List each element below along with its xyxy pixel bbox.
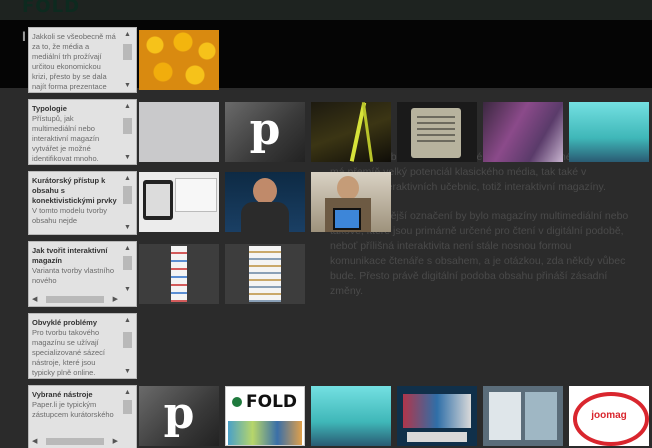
chapter-text: Paper.li je typickým zástupcem kurátorsk… [32, 400, 114, 419]
scrollbar-thumb[interactable] [123, 186, 132, 204]
tile-paperli[interactable]: p [225, 102, 305, 162]
scroll-up-arrow-icon[interactable]: ▲ [122, 102, 133, 111]
fold-tile-logo: FOLD [246, 392, 298, 412]
chapter-card-jak-tvorit[interactable]: Jak tvořit interaktivní magazín Varianta… [29, 242, 136, 306]
tile-speaker-photo[interactable] [225, 172, 305, 232]
tile-sunflowers[interactable] [139, 30, 219, 90]
chapter-card-typologie[interactable]: Typologie Přístupů, jak multimediální ne… [29, 100, 136, 164]
paperli-p-icon: p [163, 388, 195, 439]
tile-magazine-strip[interactable] [139, 244, 219, 304]
chapter-card-obvykle-problemy[interactable]: Obvyklé problémy Pro tvorbu takového mag… [29, 314, 136, 378]
vertical-scrollbar[interactable]: ▲ ▼ [122, 174, 133, 232]
scrollbar-thumb[interactable] [46, 438, 104, 445]
scrollbar-thumb[interactable] [123, 332, 132, 348]
chapter-card-kuratorsky[interactable]: Kurátorský přístup k obsahu s konektivis… [29, 172, 136, 234]
tile-ereader[interactable] [397, 102, 477, 162]
tile-teal-shapes[interactable] [569, 102, 649, 162]
scroll-up-arrow-icon[interactable]: ▲ [122, 316, 133, 325]
fold-logo[interactable]: FOLD [22, 0, 80, 17]
tile-app-screens[interactable] [397, 386, 477, 446]
tile-magazine-pages[interactable] [483, 386, 563, 446]
tile-fold[interactable]: FOLD [225, 386, 305, 446]
horizontal-scrollbar[interactable]: ◀ ▶ [32, 437, 118, 446]
scroll-right-arrow-icon[interactable]: ▶ [113, 295, 118, 304]
chapter-title: Vybrané nástroje [32, 390, 93, 399]
joomag-logo: joomag [591, 410, 627, 421]
horizontal-scrollbar[interactable]: ◀ ▶ [32, 295, 118, 304]
scroll-down-arrow-icon[interactable]: ▼ [122, 153, 133, 162]
scroll-left-arrow-icon[interactable]: ◀ [32, 295, 37, 304]
tile-webpage-strip[interactable] [225, 244, 305, 304]
chapter-title: Jak tvořit interaktivní magazín [32, 246, 108, 265]
tile-teal-shapes-2[interactable] [311, 386, 391, 446]
tile-paperli-2[interactable]: p [139, 386, 219, 446]
scrollbar-thumb[interactable] [46, 296, 104, 303]
tile-ipad-painting[interactable] [311, 172, 391, 232]
chapter-text: Varianta tvorby vlastního nového [32, 266, 114, 285]
scroll-up-arrow-icon[interactable]: ▲ [122, 30, 133, 39]
chapter-text: V tomto modelu tvorby obsahu nejde [32, 206, 108, 225]
vertical-scrollbar[interactable]: ▲ ▼ [122, 30, 133, 90]
tile-devices[interactable] [139, 172, 219, 232]
tile-green-light[interactable] [311, 102, 391, 162]
scroll-right-arrow-icon[interactable]: ▶ [113, 437, 118, 446]
scrollbar-thumb[interactable] [123, 256, 132, 270]
vertical-scrollbar[interactable]: ▲ ▼ [122, 244, 133, 294]
vertical-scrollbar[interactable]: ▲ [122, 388, 133, 436]
scroll-left-arrow-icon[interactable]: ◀ [32, 437, 37, 446]
scrollbar-thumb[interactable] [123, 400, 132, 414]
chapter-text: Přístupů, jak multimediální nebo interak… [32, 114, 100, 163]
chapter-title: Obvyklé problémy [32, 318, 98, 327]
chapter-text: Pro tvorbu takového magazínu se užívají … [32, 328, 105, 377]
scroll-down-arrow-icon[interactable]: ▼ [122, 367, 133, 376]
scrollbar-thumb[interactable] [123, 118, 132, 134]
chapter-card-intro[interactable]: Jakkoli se všeobecně má za to, že média … [29, 28, 136, 92]
scroll-up-arrow-icon[interactable]: ▲ [122, 174, 133, 183]
scroll-down-arrow-icon[interactable]: ▼ [122, 285, 133, 294]
paperli-p-icon: p [249, 104, 281, 155]
top-bar [0, 0, 652, 20]
tile-purple-texture[interactable] [483, 102, 563, 162]
chapter-card-vybrane-nastroje[interactable]: Vybrané nástroje Paper.li je typickým zá… [29, 386, 136, 448]
vertical-scrollbar[interactable]: ▲ ▼ [122, 102, 133, 162]
chapter-text: Jakkoli se všeobecně má za to, že média … [32, 32, 116, 91]
scroll-down-arrow-icon[interactable]: ▼ [122, 81, 133, 90]
vertical-scrollbar[interactable]: ▲ ▼ [122, 316, 133, 376]
chapter-title: Typologie [32, 104, 67, 113]
tile-blank[interactable] [139, 102, 219, 162]
chapter-title: Kurátorský přístup k obsahu s konektivis… [32, 176, 117, 205]
scroll-down-arrow-icon[interactable]: ▼ [122, 223, 133, 232]
tile-joomag[interactable]: joomag [569, 386, 649, 446]
scroll-up-arrow-icon[interactable]: ▲ [122, 244, 133, 253]
scrollbar-thumb[interactable] [123, 44, 132, 60]
scroll-up-arrow-icon[interactable]: ▲ [122, 388, 133, 397]
header-title-fragment: I [22, 28, 26, 44]
